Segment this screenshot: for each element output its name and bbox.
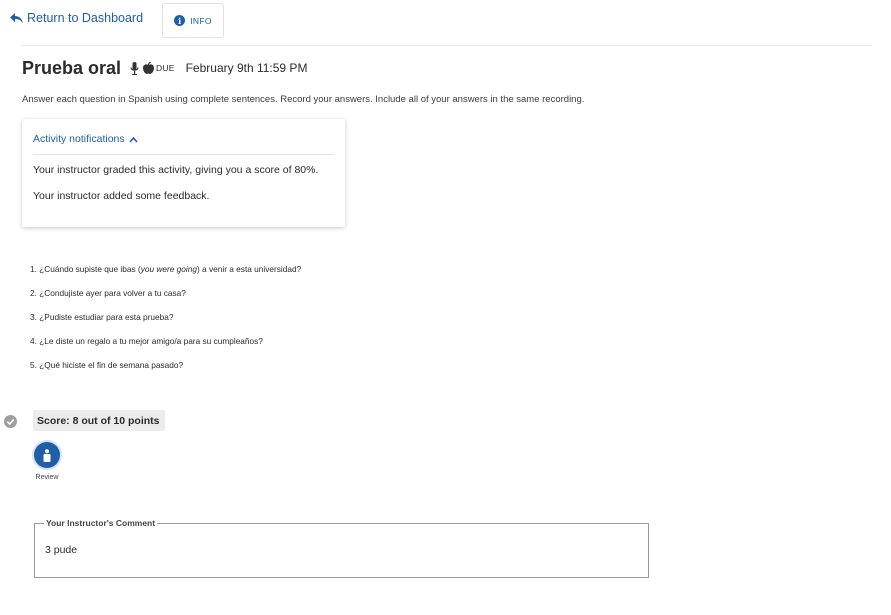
instructor-comment-legend: Your Instructor's Comment [44,518,158,528]
return-to-dashboard-label: Return to Dashboard [27,11,144,25]
info-button-label: INFO [190,15,212,26]
notification-message: Your instructor added some feedback. [33,190,210,202]
question-item: 5. ¿Qué hiciste el fin de semana pasado? [30,360,184,370]
assignment-instructions: Answer each question in Spanish using co… [22,94,585,105]
apple-icon [143,62,155,74]
activity-notifications-card: Activity notifications Your instructor g… [22,119,345,227]
activity-notifications-toggle[interactable]: Activity notifications [33,133,138,145]
review-button[interactable] [34,442,60,468]
due-label: DUE [156,63,175,73]
reply-arrow-icon [10,12,23,23]
activity-notifications-label: Activity notifications [33,133,125,145]
score-badge: Score: 8 out of 10 points [33,410,165,431]
top-bar: Return to Dashboard i INFO [0,0,891,46]
notification-message: Your instructor graded this activity, gi… [33,164,319,176]
score-text: Score: 8 out of 10 points [37,414,160,427]
page-title: Prueba oral [22,57,122,78]
instructor-comment-box: Your Instructor's Comment 3 pude [34,518,649,578]
review-label: Review [35,474,59,481]
return-to-dashboard-link[interactable]: Return to Dashboard [10,11,143,25]
question-item: 3. ¿Pudiste estudiar para esta prueba? [30,312,174,322]
header-divider [22,45,872,46]
question-list: 1. ¿Cuándo supiste que ibas (you were go… [30,263,301,383]
chevron-up-icon [129,136,138,143]
microphone-icon [130,61,139,75]
info-icon: i [174,15,186,26]
instructor-comment-text: 3 pude [45,544,78,556]
question-item: 2. ¿Condujiste ayer para volver a tu cas… [30,288,186,298]
due-date: February 9th 11:59 PM [185,61,308,75]
question-item: 1. ¿Cuándo supiste que ibas (you were go… [30,264,302,274]
assignment-header: Prueba oral DUE February 9th 11:59 PM [22,57,307,79]
info-button[interactable]: i INFO [162,3,224,38]
check-circle-icon [4,415,17,428]
notifications-divider [33,154,334,155]
question-item: 4. ¿Le diste un regalo a tu mejor amigo/… [30,336,263,346]
person-icon [43,448,51,462]
